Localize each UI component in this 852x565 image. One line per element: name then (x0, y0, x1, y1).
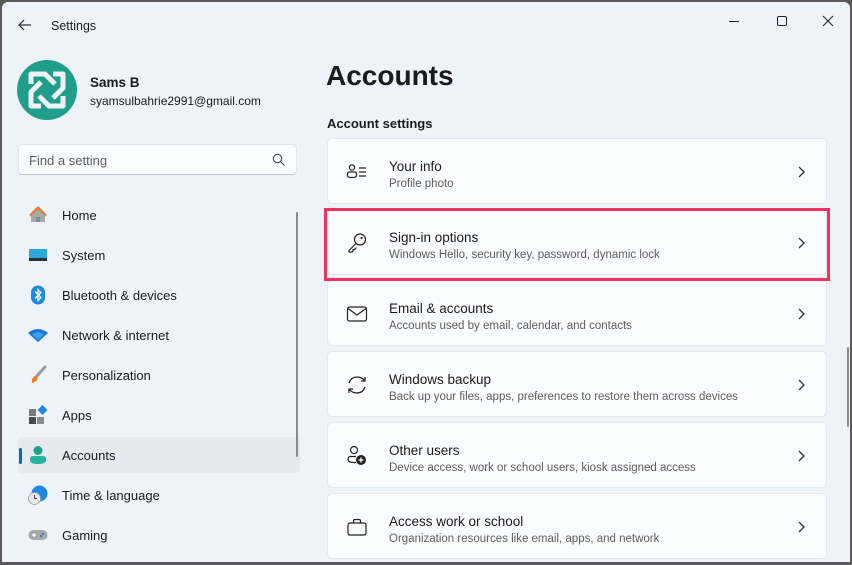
card-title: Your info (389, 159, 442, 174)
briefcase-icon (347, 518, 367, 536)
apps-icon (29, 405, 48, 424)
card-access-work-school[interactable]: Access work or school Organization resou… (327, 493, 827, 559)
sidebar-item-label: System (62, 248, 106, 263)
content-scrollbar[interactable] (847, 347, 849, 427)
page-title: Accounts (326, 60, 454, 91)
section-title: Account settings (327, 116, 433, 131)
sidebar-item-label: Time & language (62, 488, 160, 503)
minimize-icon (729, 21, 739, 22)
title-bar: Settings (2, 2, 850, 46)
card-subtitle: Back up your files, apps, preferences to… (389, 391, 738, 403)
sync-icon (348, 376, 366, 394)
sidebar-item-label: Personalization (62, 368, 151, 383)
sidebar-item-label: Network & internet (62, 328, 169, 343)
chevron-right-icon (798, 379, 805, 391)
card-your-info[interactable]: Your info Profile photo (327, 138, 827, 204)
card-title: Access work or school (389, 514, 524, 529)
app-title: Settings (51, 19, 97, 33)
card-subtitle: Windows Hello, security key, password, d… (389, 249, 660, 261)
gaming-icon (28, 530, 48, 540)
sidebar-item-label: Home (62, 208, 97, 223)
chevron-right-icon (798, 521, 805, 533)
card-email-accounts[interactable]: Email & accounts Accounts used by email,… (327, 280, 827, 346)
card-title: Email & accounts (389, 301, 494, 316)
sidebar-item-network[interactable]: Network & internet (18, 317, 300, 353)
chevron-right-icon (798, 308, 805, 320)
close-icon (822, 15, 834, 27)
search-input[interactable] (29, 151, 259, 169)
time-language-icon (28, 485, 48, 505)
back-arrow-icon (18, 19, 31, 31)
card-subtitle: Accounts used by email, calendar, and co… (389, 320, 632, 332)
home-icon (29, 206, 47, 222)
avatar[interactable] (17, 60, 77, 120)
maximize-icon (777, 16, 787, 26)
card-subtitle: Organization resources like email, apps,… (389, 533, 660, 545)
card-other-users[interactable]: Other users Device access, work or schoo… (327, 422, 827, 488)
avatar-knot-icon (28, 71, 66, 109)
accounts-icon (30, 446, 46, 464)
bluetooth-icon (31, 285, 45, 305)
card-subtitle: Profile photo (389, 178, 454, 190)
sidebar-item-gaming[interactable]: Gaming (18, 517, 300, 553)
add-user-icon (347, 445, 366, 465)
card-sign-in-options[interactable]: Sign-in options Windows Hello, security … (327, 209, 827, 275)
close-button[interactable] (806, 6, 850, 36)
card-title: Windows backup (389, 372, 492, 387)
your-info-icon (346, 164, 366, 179)
system-icon (29, 249, 47, 261)
maximize-button[interactable] (760, 6, 804, 36)
chevron-right-icon (798, 450, 805, 462)
search-icon[interactable] (272, 153, 286, 167)
card-windows-backup[interactable]: Windows backup Back up your files, apps,… (327, 351, 827, 417)
back-button[interactable] (14, 14, 36, 36)
card-title: Sign-in options (389, 230, 479, 245)
sidebar-scrollbar[interactable] (296, 212, 298, 457)
card-title: Other users (389, 443, 460, 458)
mail-icon (346, 306, 368, 322)
active-indicator (19, 448, 22, 464)
chevron-right-icon (798, 237, 805, 249)
sidebar-item-label: Apps (62, 408, 92, 423)
key-icon (348, 233, 367, 253)
settings-cards: Your info Profile photo Sign-in options … (327, 138, 827, 562)
sidebar-item-system[interactable]: System (18, 237, 300, 273)
personalization-icon (31, 365, 47, 383)
card-subtitle: Device access, work or school users, kio… (389, 462, 696, 474)
user-email: syamsulbahrie2991@gmail.com (90, 94, 261, 108)
sidebar-item-home[interactable]: Home (18, 197, 300, 233)
minimize-button[interactable] (712, 6, 756, 36)
sidebar-item-apps[interactable]: Apps (18, 397, 300, 433)
sidebar-item-label: Bluetooth & devices (62, 288, 177, 303)
search-box[interactable] (18, 144, 297, 175)
sidebar-item-accounts[interactable]: Accounts (18, 437, 300, 473)
sidebar-nav: Home System Bluetooth & devices Network … (18, 197, 300, 557)
settings-window: Settings Sams B syamsulbahrie2991@gmail.… (2, 2, 850, 562)
sidebar-item-personalization[interactable]: Personalization (18, 357, 300, 393)
sidebar-item-time-language[interactable]: Time & language (18, 477, 300, 513)
sidebar-item-label: Gaming (62, 528, 108, 543)
sidebar-item-label: Accounts (62, 448, 116, 463)
chevron-right-icon (798, 166, 805, 178)
sidebar-item-bluetooth[interactable]: Bluetooth & devices (18, 277, 300, 313)
network-icon (28, 329, 48, 342)
user-name: Sams B (90, 75, 140, 90)
